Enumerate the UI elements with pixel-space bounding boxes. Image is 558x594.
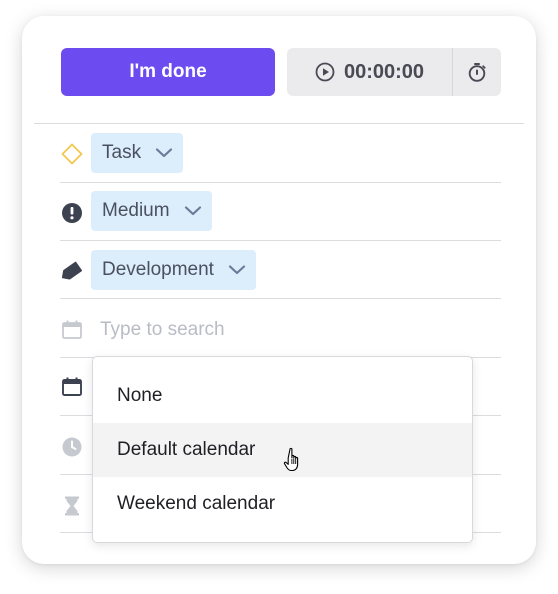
chevron-down-icon [228, 264, 246, 276]
im-done-button[interactable]: I'm done [61, 48, 275, 96]
category-select[interactable]: Development [91, 250, 256, 290]
timer-start-button[interactable]: 00:00:00 [287, 48, 452, 96]
clock-icon [59, 434, 85, 460]
calendar-search-input[interactable] [100, 316, 480, 344]
tag-icon [59, 258, 85, 284]
stopwatch-icon [466, 61, 488, 83]
timer-control: 00:00:00 [287, 48, 501, 96]
hourglass-icon [59, 493, 85, 519]
hand-pointer-cursor-icon [283, 447, 305, 473]
exclamation-circle-icon [59, 200, 85, 226]
task-type-select[interactable]: Task [91, 133, 184, 173]
priority-select[interactable]: Medium [91, 191, 212, 231]
row-divider [60, 240, 501, 241]
chevron-down-icon [184, 205, 202, 217]
time-estimate-button[interactable] [453, 48, 501, 96]
task-type-value: Task [102, 142, 142, 163]
task-detail-card: I'm done 00:00:00 Task Medium Developmen… [22, 16, 536, 564]
priority-value: Medium [102, 200, 170, 221]
chevron-down-icon [155, 147, 173, 159]
row-divider [60, 298, 501, 299]
category-value: Development [102, 259, 214, 280]
dropdown-option-weekend-calendar[interactable]: Weekend calendar [93, 477, 472, 531]
timer-display: 00:00:00 [343, 60, 425, 83]
header-divider [34, 123, 524, 124]
dropdown-option-none[interactable]: None [93, 369, 472, 423]
row-divider [60, 182, 501, 183]
diamond-icon [59, 141, 85, 167]
calendar-icon [59, 374, 85, 400]
play-circle-icon [315, 62, 335, 82]
calendar-icon [59, 317, 85, 343]
